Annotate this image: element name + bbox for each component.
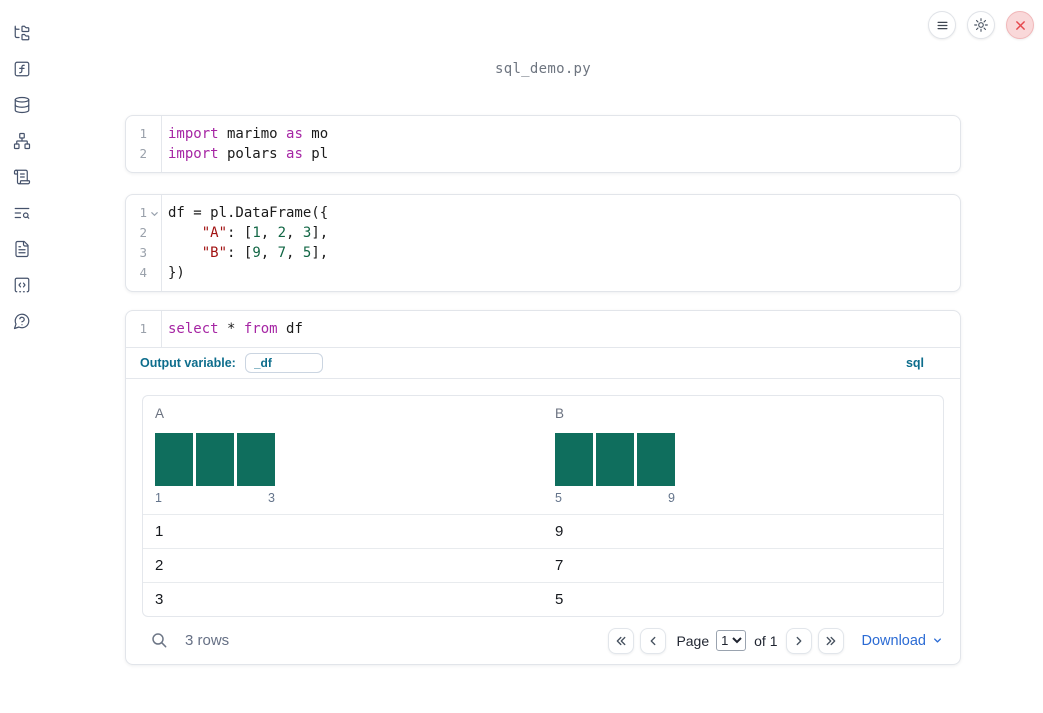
help-chat-icon[interactable] — [13, 312, 31, 330]
next-page-button[interactable] — [785, 627, 812, 654]
document-icon[interactable] — [13, 240, 31, 258]
notebook-filename[interactable]: sql_demo.py — [125, 61, 961, 77]
histogram-axis-label: 5 — [555, 491, 562, 505]
close-button[interactable] — [1006, 11, 1034, 39]
table-cell: 1 — [155, 523, 164, 540]
histogram-bar — [155, 433, 193, 486]
code-line: select * from df — [168, 321, 303, 337]
left-panel-sidebar — [0, 0, 44, 713]
code-line: df = pl.DataFrame({ — [168, 205, 329, 221]
histogram-bar — [196, 433, 234, 486]
sql-code-editor[interactable]: select * from df — [162, 311, 960, 347]
column-header[interactable]: B59 — [543, 396, 943, 514]
code-editor[interactable]: import marimo as mo import polars as pl — [162, 116, 960, 172]
histogram-bar — [596, 433, 634, 486]
scroll-icon[interactable] — [13, 168, 31, 186]
close-x-icon — [1015, 20, 1025, 30]
result-table: A13B59 192735 — [142, 395, 944, 617]
chevron-left-icon — [651, 636, 656, 645]
histogram-bar — [637, 433, 675, 486]
database-icon[interactable] — [13, 96, 31, 114]
code-cell-dataframe[interactable]: 1 2 3 4 df = pl.DataFrame({ "A": [1, 2, 3],… — [125, 194, 961, 292]
line-number: 1 — [139, 126, 147, 141]
page-of-label: of 1 — [754, 632, 778, 649]
previous-page-button[interactable] — [640, 627, 667, 654]
output-variable-input[interactable] — [244, 353, 323, 373]
line-number: 3 — [139, 245, 147, 260]
line-number-gutter: 1 — [126, 311, 162, 347]
histogram-axis-label: 9 — [668, 491, 675, 505]
table-row: 27 — [143, 548, 943, 582]
download-button[interactable]: Download — [862, 633, 945, 649]
table-row: 19 — [143, 514, 943, 548]
cell-output-area: A13B59 192735 3 rows Page 1 of 1 Downloa… — [126, 378, 960, 664]
histogram-bar — [555, 433, 593, 486]
output-variable-label: Output variable: — [140, 356, 236, 370]
table-body: 192735 — [143, 514, 943, 616]
chevrons-left-icon — [617, 636, 626, 645]
line-number: 1 — [139, 321, 147, 336]
table-header-row: A13B59 — [143, 396, 943, 514]
sql-cell-footer: Output variable: sql — [126, 347, 960, 378]
notebook-area: sql_demo.py 12 import marimo as mo import… — [125, 0, 961, 665]
histogram-axis-label: 3 — [268, 491, 275, 505]
line-number: 4 — [139, 265, 147, 280]
line-number: 2 — [139, 225, 147, 240]
marimo-app-window: sql_demo.py 12 import marimo as mo import… — [0, 0, 1043, 713]
column-histogram: 13 — [155, 433, 275, 505]
fold-chevron-icon[interactable] — [150, 204, 159, 224]
column-header[interactable]: A13 — [143, 396, 543, 514]
snippets-icon[interactable] — [13, 276, 31, 294]
dependency-graph-icon[interactable] — [13, 132, 31, 150]
first-page-button[interactable] — [608, 627, 635, 654]
histogram-axis-label: 1 — [155, 491, 162, 505]
chevron-down-icon — [934, 638, 941, 643]
search-icon — [152, 633, 167, 648]
page-select[interactable]: 1 — [716, 630, 747, 651]
table-footer: 3 rows Page 1 of 1 Download — [142, 617, 944, 664]
code-editor[interactable]: df = pl.DataFrame({ "A": [1, 2, 3], "B":… — [162, 195, 960, 291]
function-square-icon[interactable] — [13, 60, 31, 78]
table-cell: 5 — [555, 591, 564, 608]
list-search-icon[interactable] — [13, 204, 31, 222]
column-histogram: 59 — [555, 433, 675, 505]
table-cell: 2 — [155, 557, 164, 574]
line-number: 1 — [126, 203, 161, 223]
table-row: 35 — [143, 582, 943, 616]
code-line: import marimo as mo — [168, 126, 329, 142]
table-cell: 7 — [555, 557, 564, 574]
code-line: "B": [9, 7, 5], — [201, 245, 329, 261]
column-header-label: A — [155, 406, 165, 421]
settings-button[interactable] — [967, 11, 995, 39]
code-cell-imports[interactable]: 12 import marimo as mo import polars as p… — [125, 115, 961, 173]
line-number-gutter: 1 2 3 4 — [126, 195, 162, 291]
table-search-button[interactable] — [151, 632, 168, 649]
last-page-button[interactable] — [817, 627, 844, 654]
download-label: Download — [861, 632, 927, 649]
row-count-label: 3 rows — [185, 632, 230, 649]
column-header-label: B — [555, 406, 565, 421]
code-line: }) — [168, 265, 185, 281]
chevrons-right-icon — [826, 636, 835, 645]
code-line: "A": [1, 2, 3], — [201, 225, 329, 241]
gear-icon — [974, 18, 988, 32]
histogram-bar — [237, 433, 275, 486]
code-line: import polars as pl — [168, 146, 329, 162]
table-cell: 9 — [555, 523, 564, 540]
language-badge: sql — [905, 356, 924, 370]
line-number: 2 — [139, 146, 147, 161]
line-number-gutter: 12 — [126, 116, 162, 172]
folder-tree-icon[interactable] — [13, 24, 31, 42]
table-cell: 3 — [155, 591, 164, 608]
sql-cell: 1 select * from df Output variable: sql … — [125, 310, 961, 665]
page-label: Page — [676, 632, 710, 649]
chevron-right-icon — [796, 636, 801, 645]
